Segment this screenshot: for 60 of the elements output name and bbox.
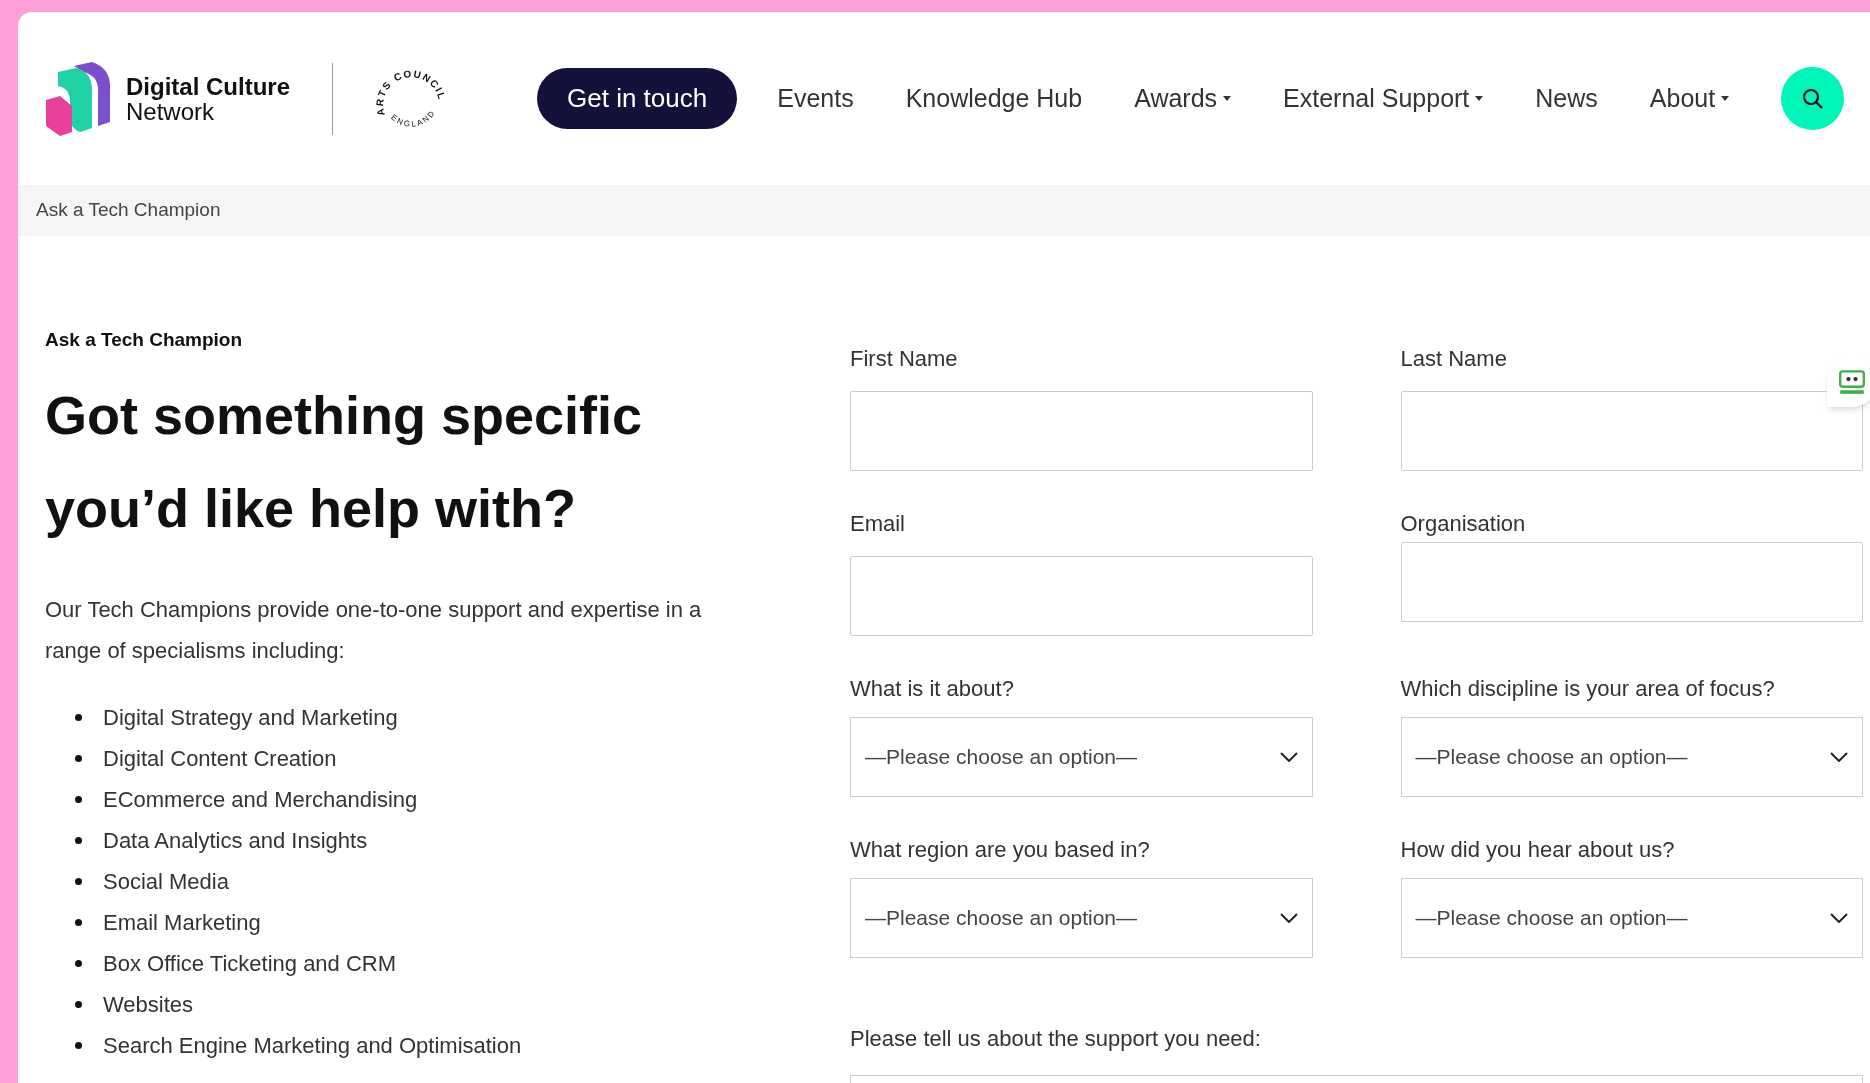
- select-value: —Please choose an option—: [865, 905, 1137, 932]
- select-field[interactable]: —Please choose an option—: [850, 717, 1313, 797]
- brand-name: Digital Culture: [126, 73, 290, 99]
- input-field[interactable]: [1400, 391, 1863, 471]
- select-field[interactable]: —Please choose an option—: [1400, 878, 1863, 958]
- page-heading: Got something specific you’d like help with?: [45, 383, 644, 540]
- field-label: What region are you based in?: [850, 836, 1151, 864]
- nav-link[interactable]: Events: [777, 79, 854, 118]
- chevron-down-icon: [1279, 752, 1298, 762]
- field-label: What is it about?: [850, 675, 1015, 703]
- nav-link[interactable]: News: [1535, 79, 1598, 118]
- caret-icon: [1475, 96, 1484, 101]
- select-field[interactable]: —Please choose an option—: [850, 878, 1313, 958]
- bullet-icon: [75, 918, 82, 926]
- specialism-item: Digital Content Creation: [103, 744, 337, 773]
- caret-icon: [1223, 96, 1232, 101]
- nav-link[interactable]: About: [1649, 79, 1730, 118]
- select-value: —Please choose an option—: [1415, 744, 1688, 771]
- specialism-item: Data Analytics and Insights: [103, 826, 368, 855]
- select-field[interactable]: —Please choose an option—: [1400, 717, 1863, 797]
- password-manager-icon[interactable]: [1827, 357, 1870, 407]
- input-field[interactable]: [850, 556, 1313, 636]
- specialism-item: Social Media: [103, 867, 229, 896]
- eyebrow-label: Ask a Tech Champion: [45, 328, 244, 352]
- bullet-icon: [75, 1041, 82, 1049]
- bullet-icon: [75, 836, 82, 844]
- specialism-item: Websites: [103, 990, 194, 1019]
- field-label: Which discipline is your area of focus?: [1400, 675, 1776, 703]
- select-value: —Please choose an option—: [1415, 905, 1688, 932]
- bullet-icon: [75, 713, 82, 721]
- field-label: Last Name: [1400, 345, 1508, 373]
- specialism-item: Email Marketing: [103, 908, 261, 937]
- caret-icon: [1721, 96, 1730, 101]
- nav-link[interactable]: Knowledge Hub: [905, 79, 1083, 118]
- nav-link[interactable]: External Support: [1283, 79, 1484, 118]
- chevron-down-icon: [1830, 913, 1848, 923]
- specialism-item: ECommerce and Merchandising: [103, 785, 418, 814]
- chevron-down-icon: [1279, 913, 1298, 923]
- select-value: —Please choose an option—: [865, 744, 1137, 771]
- get-in-touch-button[interactable]: Get in touch: [537, 68, 738, 129]
- bullet-icon: [75, 1000, 82, 1008]
- nav-link[interactable]: Awards: [1134, 79, 1232, 118]
- specialism-item: Digital Strategy and Marketing: [103, 703, 398, 732]
- chevron-down-icon: [1830, 752, 1848, 762]
- breadcrumb-link[interactable]: Ask a Tech Champion: [36, 196, 221, 225]
- bullet-icon: [75, 795, 82, 803]
- field-label: First Name: [850, 345, 959, 373]
- field-label: Organisation: [1400, 510, 1527, 538]
- specialism-item: Search Engine Marketing and Optimisation: [103, 1031, 522, 1060]
- field-label: How did you hear about us?: [1400, 836, 1676, 864]
- field-label: Email: [850, 510, 906, 538]
- input-field[interactable]: [1400, 542, 1863, 622]
- bullet-icon: [75, 959, 82, 967]
- input-field[interactable]: [850, 391, 1313, 471]
- bullet-icon: [75, 877, 82, 885]
- intro-paragraph: Our Tech Champions provide one-to-one support and expertise in a range of specialisms including:: [45, 595, 703, 665]
- search-icon: [1800, 86, 1825, 111]
- specialism-item: Box Office Ticketing and CRM: [103, 949, 397, 978]
- message-label: Please tell us about the support you need:: [850, 1025, 1262, 1053]
- bullet-icon: [75, 754, 82, 762]
